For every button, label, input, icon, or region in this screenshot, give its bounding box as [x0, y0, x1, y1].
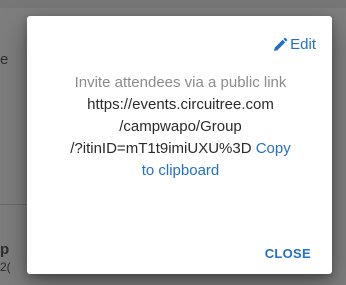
close-button[interactable]: CLOSE [265, 246, 311, 261]
background-text-fragment: e [0, 51, 9, 68]
pencil-icon [272, 37, 288, 53]
public-link-line: /campwapo/Group [119, 118, 242, 135]
public-link-line-last: /?itinID=mT1t9imiUXU%3D Copy [41, 138, 320, 160]
invite-body: Invite attendees via a public link https… [41, 72, 320, 182]
invite-caption: Invite attendees via a public link [74, 74, 287, 91]
invite-link-dialog: Edit Invite attendees via a public link … [27, 16, 332, 274]
edit-button[interactable]: Edit [272, 36, 316, 53]
edit-label: Edit [290, 36, 316, 53]
background-text-fragment: 2( [0, 260, 11, 274]
background-divider [0, 204, 26, 205]
public-link-text: /?itinID=mT1t9imiUXU%3D [70, 140, 252, 157]
copy-to-clipboard-link-continued[interactable]: to clipboard [41, 160, 320, 182]
background-text-fragment: p [0, 241, 10, 258]
public-link-line: https://events.circuitree.com [87, 96, 274, 113]
copy-to-clipboard-link[interactable]: Copy [256, 140, 291, 157]
